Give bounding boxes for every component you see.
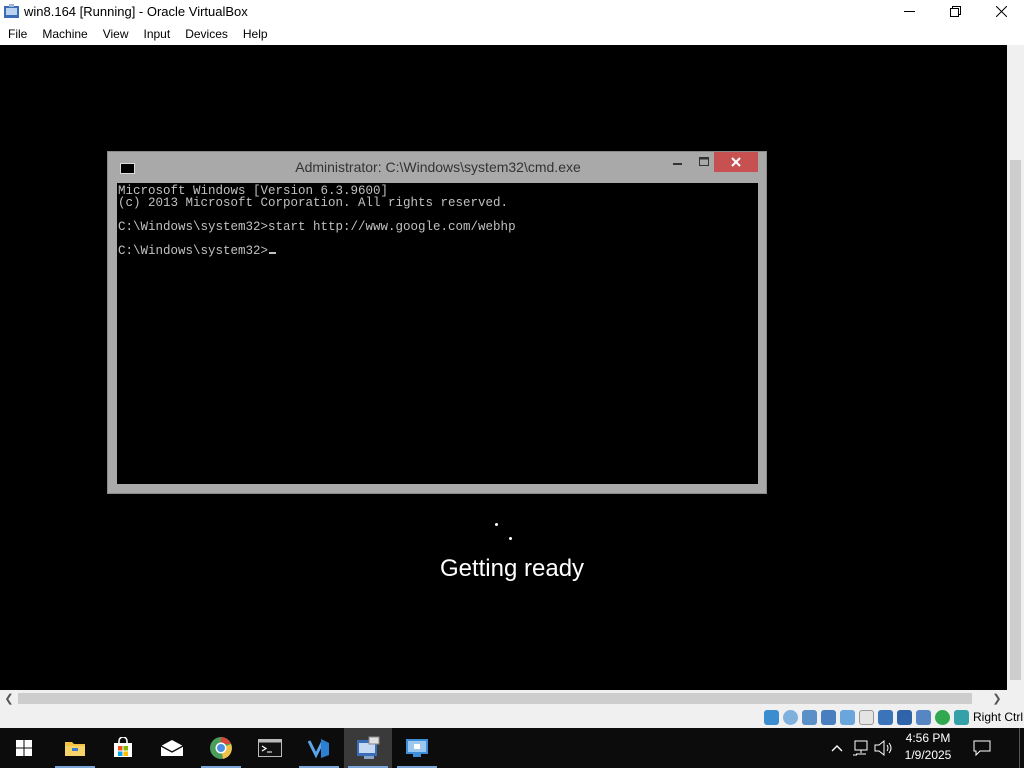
taskbar-terminal[interactable]	[246, 728, 294, 768]
menu-bar: File Machine View Input Devices Help	[0, 23, 1024, 45]
terminal-icon	[258, 739, 282, 757]
network-icon	[853, 740, 868, 756]
clock-date: 1/9/2025	[904, 748, 952, 762]
taskbar-file-explorer[interactable]	[51, 728, 99, 768]
scroll-left-icon[interactable]: ❮	[2, 690, 16, 707]
remote-desktop-icon	[406, 739, 428, 757]
taskbar-store[interactable]	[99, 728, 147, 768]
close-icon	[731, 157, 741, 167]
taskbar-chrome[interactable]	[197, 728, 245, 768]
clock-time: 4:56 PM	[905, 731, 951, 745]
shared-folders-icon[interactable]	[859, 710, 874, 725]
store-icon	[114, 737, 132, 757]
virtualbox-app-icon	[4, 4, 19, 18]
menu-machine[interactable]: Machine	[42, 23, 87, 45]
window-title: win8.164 [Running] - Oracle VirtualBox	[24, 4, 248, 19]
chrome-icon	[210, 737, 232, 759]
menu-help[interactable]: Help	[243, 23, 268, 45]
loading-dot	[495, 523, 498, 526]
cmd-minimize-button[interactable]	[664, 152, 692, 172]
audio-icon[interactable]	[802, 710, 817, 725]
menu-file[interactable]: File	[8, 23, 27, 45]
volume-button[interactable]	[873, 728, 895, 768]
speaker-icon	[874, 740, 892, 756]
restore-button[interactable]	[932, 0, 978, 23]
console-line: (c) 2013 Microsoft Corporation. All righ…	[118, 196, 509, 210]
show-hidden-icons-button[interactable]	[826, 728, 848, 768]
maximize-icon	[698, 157, 709, 166]
usb-icon[interactable]	[840, 710, 855, 725]
clock[interactable]: 4:56 PM 1/9/2025	[893, 730, 963, 764]
host-key-label: Right Ctrl	[973, 710, 1024, 724]
virtualization-icon[interactable]	[935, 710, 950, 725]
taskbar-visual-studio[interactable]	[295, 728, 343, 768]
taskbar-mail[interactable]	[148, 728, 196, 768]
chevron-up-icon	[831, 745, 843, 752]
optical-drive-icon[interactable]	[783, 710, 798, 725]
recording-icon[interactable]	[897, 710, 912, 725]
taskbar-remote-desktop[interactable]	[393, 728, 441, 768]
menu-view[interactable]: View	[103, 23, 129, 45]
cmd-close-button[interactable]	[714, 152, 758, 172]
action-center-button[interactable]	[969, 728, 995, 768]
minimize-icon	[903, 11, 915, 12]
minimize-icon	[673, 163, 682, 165]
close-button[interactable]	[978, 0, 1024, 23]
cmd-window[interactable]: Administrator: C:\Windows\system32\cmd.e…	[107, 151, 767, 494]
display-icon[interactable]	[878, 710, 893, 725]
menu-devices[interactable]: Devices	[185, 23, 228, 45]
console-prompt-line: C:\Windows\system32>	[118, 244, 277, 258]
start-button[interactable]	[0, 728, 48, 768]
vertical-scroll-thumb[interactable]	[1010, 160, 1021, 680]
mouse-integration-icon[interactable]	[954, 710, 969, 725]
windows-start-icon	[16, 740, 32, 756]
horizontal-scroll-thumb[interactable]	[18, 693, 972, 704]
console-prompt: C:\Windows\system32>	[118, 244, 269, 258]
taskbar-virtualbox[interactable]	[344, 728, 392, 768]
virtualbox-icon	[357, 736, 380, 759]
restore-icon	[949, 6, 961, 17]
minimize-button[interactable]	[886, 0, 932, 23]
text-cursor	[269, 252, 277, 254]
network-icon[interactable]	[821, 710, 836, 725]
cpu-icon[interactable]	[916, 710, 931, 725]
notification-icon	[973, 740, 991, 756]
menu-input[interactable]: Input	[144, 23, 171, 45]
file-explorer-icon	[65, 742, 85, 756]
console-line: C:\Windows\system32>start http://www.goo…	[118, 220, 516, 234]
visual-studio-icon	[307, 739, 329, 759]
guest-display[interactable]: Administrator: C:\Windows\system32\cmd.e…	[0, 45, 1007, 690]
show-desktop-button[interactable]	[1019, 728, 1024, 768]
close-icon	[995, 6, 1007, 17]
mail-icon	[160, 740, 184, 756]
console-output[interactable]: Microsoft Windows [Version 6.3.9600] (c)…	[117, 183, 758, 484]
status-text: Getting ready	[439, 555, 585, 582]
network-status-button[interactable]	[850, 728, 872, 768]
hard-disk-icon[interactable]	[764, 710, 779, 725]
loading-dot	[509, 537, 512, 540]
scroll-right-icon[interactable]: ❯	[990, 690, 1004, 707]
